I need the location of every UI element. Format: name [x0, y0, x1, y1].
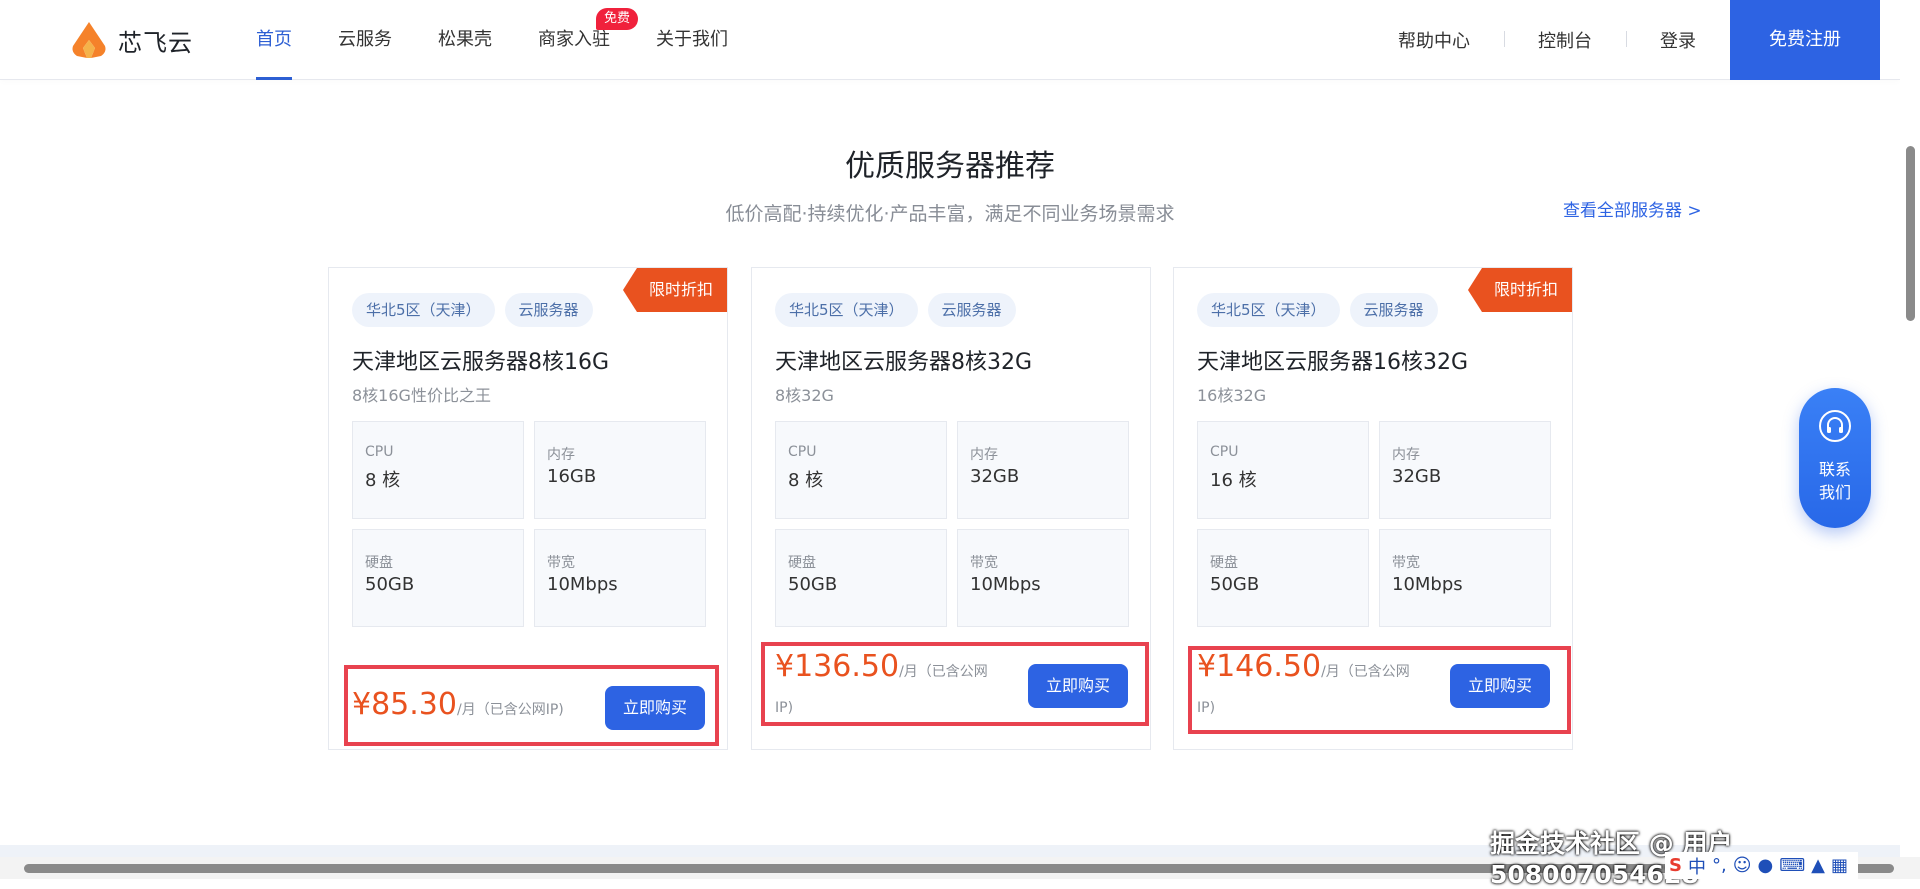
- main-nav: 首页 云服务 松果壳 商家入驻 免费 关于我们: [256, 0, 774, 80]
- contact-line1: 联系: [1818, 460, 1851, 479]
- server-card: 华北5区（天津） 云服务器 天津地区云服务器8核32G 8核32G CPU 8 核…: [751, 267, 1151, 750]
- spec-disk: 硬盘 50GB: [775, 529, 947, 627]
- region-tag: 华北5区（天津）: [352, 293, 495, 327]
- card-desc: 8核16G性价比之王: [352, 386, 491, 405]
- ime-toolbar[interactable]: S 中 °, ☺ ● ⌨ ▲ ▦: [1665, 852, 1859, 879]
- nav-item-cloud-service[interactable]: 云服务: [338, 0, 392, 80]
- spec-cpu: CPU 16 核: [1197, 421, 1369, 519]
- console-link[interactable]: 控制台: [1504, 27, 1626, 53]
- nav-item-merchant[interactable]: 商家入驻 免费: [538, 0, 638, 80]
- type-tag: 云服务器: [1349, 293, 1438, 327]
- free-badge: 免费: [595, 8, 638, 30]
- price-unit: /月（已含公网IP): [456, 702, 564, 718]
- view-all-servers-link[interactable]: 查看全部服务器 >: [1563, 196, 1702, 221]
- discount-ribbon: 限时折扣: [622, 268, 727, 312]
- brand-logo[interactable]: 芯飞云: [70, 18, 193, 62]
- server-card: 限时折扣 华北5区（天津） 云服务器 天津地区云服务器16核32G 16核32G…: [1173, 267, 1573, 750]
- spec-disk: 硬盘 50GB: [352, 529, 524, 627]
- skin-icon[interactable]: ▲: [1811, 855, 1825, 876]
- spec-disk: 硬盘 50GB: [1197, 529, 1369, 627]
- card-title: 天津地区云服务器8核32G: [775, 350, 1033, 375]
- server-card: 限时折扣 华北5区（天津） 云服务器 天津地区云服务器8核16G 8核16G性价…: [328, 267, 728, 750]
- right-nav: 帮助中心 控制台 登录: [1364, 0, 1730, 80]
- top-header: 芯飞云 首页 云服务 松果壳 商家入驻 免费 关于我们 帮助中心 控制台 登录 …: [0, 0, 1900, 80]
- type-tag: 云服务器: [504, 293, 593, 327]
- ime-lang[interactable]: 中: [1688, 853, 1706, 879]
- buy-now-button[interactable]: 立即购买: [1028, 664, 1128, 708]
- spec-memory: 内存 16GB: [534, 421, 706, 519]
- card-desc: 8核32G: [775, 386, 834, 405]
- spec-memory: 内存 32GB: [957, 421, 1129, 519]
- brand-name: 芯飞云: [118, 28, 193, 57]
- card-desc: 16核32G: [1197, 386, 1267, 405]
- price-line: ¥136.50/月（已含公网: [775, 648, 988, 691]
- contact-line2: 我们: [1818, 483, 1851, 502]
- card-title: 天津地区云服务器8核16G: [352, 350, 610, 375]
- discount-ribbon: 限时折扣: [1467, 268, 1572, 312]
- price-value: ¥146.50: [1197, 649, 1322, 684]
- buy-now-button[interactable]: 立即购买: [1450, 664, 1550, 708]
- region-tag: 华北5区（天津）: [775, 293, 918, 327]
- nav-item-songguoke[interactable]: 松果壳: [438, 0, 492, 80]
- login-link[interactable]: 登录: [1626, 27, 1730, 53]
- vertical-scroll-thumb[interactable]: [1906, 146, 1915, 321]
- price-unit: /月（已含公网: [899, 664, 988, 680]
- vertical-scrollbar[interactable]: [1900, 0, 1920, 850]
- sogou-s-icon: S: [1669, 855, 1682, 876]
- grid-menu-icon[interactable]: ▦: [1831, 855, 1848, 876]
- spec-bandwidth: 带宽 10Mbps: [1379, 529, 1551, 627]
- buy-now-button[interactable]: 立即购买: [605, 686, 705, 730]
- price-line: ¥85.30/月（已含公网IP): [352, 686, 564, 729]
- nav-item-home[interactable]: 首页: [256, 0, 292, 80]
- headset-icon: [1819, 410, 1851, 442]
- spec-bandwidth: 带宽 10Mbps: [957, 529, 1129, 627]
- price-value: ¥136.50: [775, 649, 900, 684]
- spec-bandwidth: 带宽 10Mbps: [534, 529, 706, 627]
- emoji-icon[interactable]: ☺: [1733, 855, 1752, 876]
- price-value: ¥85.30: [352, 687, 457, 722]
- contact-us-button[interactable]: 联系 我们: [1799, 388, 1871, 528]
- mic-icon[interactable]: ●: [1757, 855, 1773, 876]
- region-tag: 华北5区（天津）: [1197, 293, 1340, 327]
- section-title: 优质服务器推荐: [845, 149, 1055, 184]
- spec-cpu: CPU 8 核: [775, 421, 947, 519]
- punct-icon: °,: [1711, 855, 1727, 876]
- nav-item-about[interactable]: 关于我们: [656, 0, 728, 80]
- keyboard-icon[interactable]: ⌨: [1779, 855, 1805, 876]
- spec-memory: 内存 32GB: [1379, 421, 1551, 519]
- help-center-link[interactable]: 帮助中心: [1364, 27, 1504, 53]
- card-title: 天津地区云服务器16核32G: [1197, 350, 1469, 375]
- spec-cpu: CPU 8 核: [352, 421, 524, 519]
- price-line: ¥146.50/月（已含公网: [1197, 648, 1410, 691]
- logo-icon: [72, 22, 106, 58]
- type-tag: 云服务器: [927, 293, 1016, 327]
- price-unit-wrap: IP): [1197, 700, 1216, 716]
- price-unit: /月（已含公网: [1321, 664, 1410, 680]
- price-unit-wrap: IP): [775, 700, 794, 716]
- register-button[interactable]: 免费注册: [1730, 0, 1880, 80]
